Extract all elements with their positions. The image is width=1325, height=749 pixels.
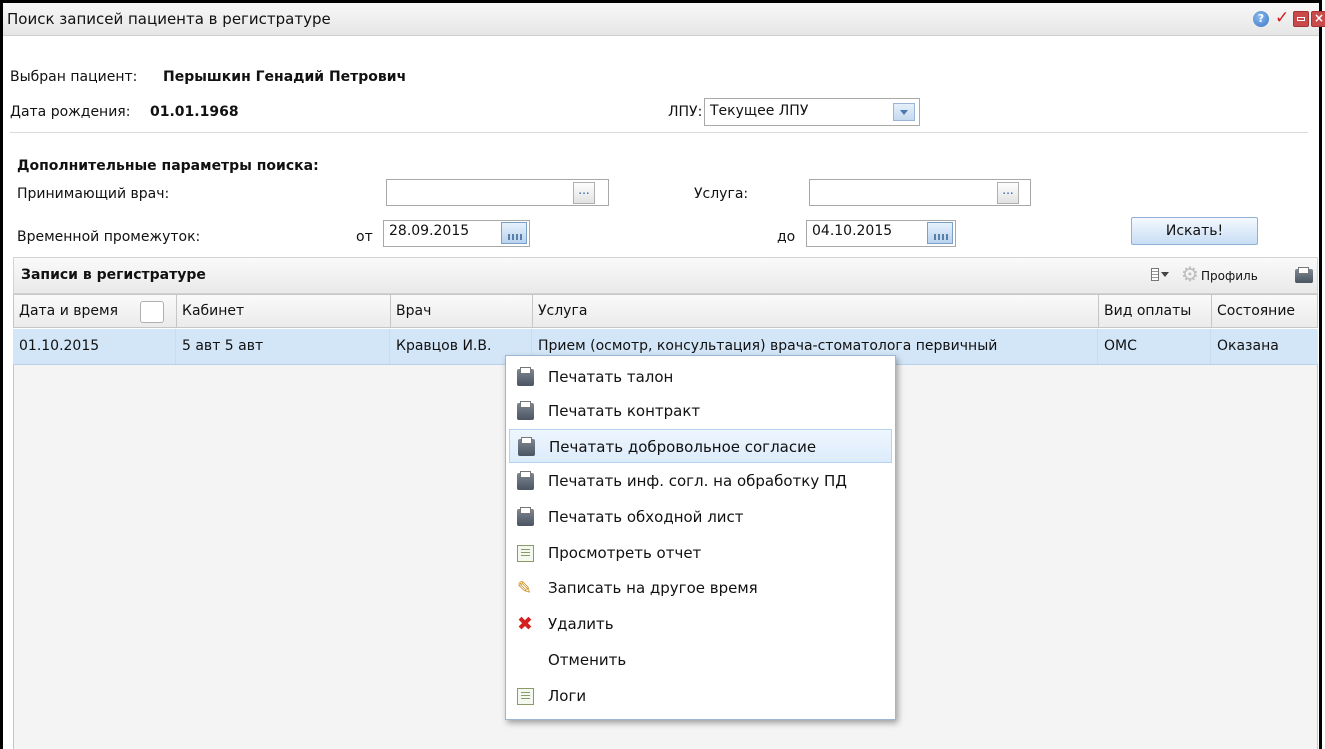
menu-item-cancel[interactable]: Отменить [509, 643, 892, 677]
report-icon [517, 545, 534, 562]
printer-icon [517, 471, 534, 490]
printer-icon[interactable] [1295, 267, 1313, 283]
from-label: от [356, 229, 373, 245]
to-label: до [777, 229, 796, 245]
cell-date: 01.10.2015 [13, 329, 176, 364]
column-header-doctor[interactable]: Врач [391, 295, 533, 327]
grid-header: Дата и время Кабинет Врач Услуга Вид опл… [13, 294, 1318, 328]
menu-item-label: Печатать добровольное согласие [549, 438, 817, 456]
column-header-payment[interactable]: Вид оплаты [1099, 295, 1212, 327]
title-bar: Поиск записей пациента в регистратуре ? … [3, 3, 1325, 36]
extra-params-heading: Дополнительные параметры поиска: [17, 158, 319, 174]
menu-item-label: Печатать обходной лист [548, 508, 744, 526]
cell-cabinet: 5 авт 5 авт [176, 329, 390, 364]
menu-item-label: Просмотреть отчет [548, 544, 702, 562]
printer-icon [517, 367, 534, 386]
menu-item-reschedule[interactable]: ✎ Записать на другое время [509, 571, 892, 605]
doctor-label: Принимающий врач: [17, 186, 170, 202]
column-header-cabinet[interactable]: Кабинет [177, 295, 391, 327]
menu-item-print-contract[interactable]: Печатать контракт [509, 394, 892, 428]
gear-icon[interactable]: ⚙ [1181, 264, 1199, 284]
checkmark-icon[interactable]: ✓ [1275, 10, 1291, 27]
log-icon [517, 688, 534, 705]
chevron-down-icon[interactable] [893, 103, 915, 121]
column-header-state[interactable]: Состояние [1212, 295, 1317, 327]
column-header-service[interactable]: Услуга [533, 295, 1099, 327]
window-title: Поиск записей пациента в регистратуре [7, 10, 331, 28]
selected-patient-label: Выбран пациент: [10, 69, 138, 85]
menu-item-delete[interactable]: ✖ Удалить [509, 607, 892, 641]
delete-icon: ✖ [517, 613, 533, 635]
records-title: Записи в регистратуре [21, 267, 206, 283]
menu-item-label: Печатать инф. согл. на обработку ПД [548, 472, 847, 490]
dob-label: Дата рождения: [10, 104, 131, 120]
printer-icon [518, 437, 535, 456]
context-menu: Печатать талон Печатать контракт Печатат… [505, 355, 896, 720]
menu-item-label: Записать на другое время [548, 579, 758, 597]
divider [10, 132, 1308, 133]
menu-item-label: Печатать контракт [548, 402, 701, 420]
profile-label[interactable]: Профиль [1201, 269, 1258, 283]
menu-item-print-consent[interactable]: Печатать добровольное согласие [509, 429, 892, 463]
menu-item-label: Отменить [548, 651, 627, 669]
printer-icon [517, 401, 534, 420]
doctor-picker-button[interactable]: ... [573, 182, 595, 204]
cell-payment: ОМС [1098, 329, 1211, 364]
selected-patient-name: Перышкин Генадий Петрович [163, 69, 407, 85]
menu-item-print-bypass-sheet[interactable]: Печатать обходной лист [509, 500, 892, 534]
cell-state: Оказана [1217, 338, 1279, 354]
period-label: Временной промежуток: [17, 229, 201, 245]
lpu-select[interactable]: Текущее ЛПУ [704, 98, 920, 126]
lpu-label: ЛПУ: [668, 104, 703, 120]
calendar-icon[interactable] [501, 222, 527, 244]
printer-icon [517, 507, 534, 526]
columns-menu-icon[interactable] [1151, 267, 1169, 283]
menu-item-label: Удалить [548, 615, 614, 633]
menu-item-print-ticket[interactable]: Печатать талон [509, 360, 892, 394]
lpu-select-value: Текущее ЛПУ [710, 103, 809, 119]
service-picker-button[interactable]: ... [997, 182, 1019, 204]
calendar-icon[interactable] [927, 222, 953, 244]
menu-item-logs[interactable]: Логи [509, 679, 892, 713]
menu-item-print-pd-consent[interactable]: Печатать инф. согл. на обработку ПД [509, 464, 892, 498]
minimize-icon[interactable] [1293, 11, 1309, 27]
service-label: Услуга: [694, 186, 749, 202]
help-icon[interactable]: ? [1253, 11, 1269, 27]
pencil-icon: ✎ [517, 578, 533, 599]
dob-value: 01.01.1968 [150, 104, 239, 120]
close-icon[interactable]: × [1311, 11, 1325, 27]
column-sort-toggle[interactable] [140, 301, 164, 323]
search-button[interactable]: Искать! [1131, 217, 1258, 245]
records-panel-header: Записи в регистратуре ⚙ Профиль [13, 257, 1318, 294]
menu-item-label: Печатать талон [548, 368, 674, 386]
menu-item-label: Логи [548, 687, 587, 705]
menu-item-view-report[interactable]: Просмотреть отчет [509, 536, 892, 570]
